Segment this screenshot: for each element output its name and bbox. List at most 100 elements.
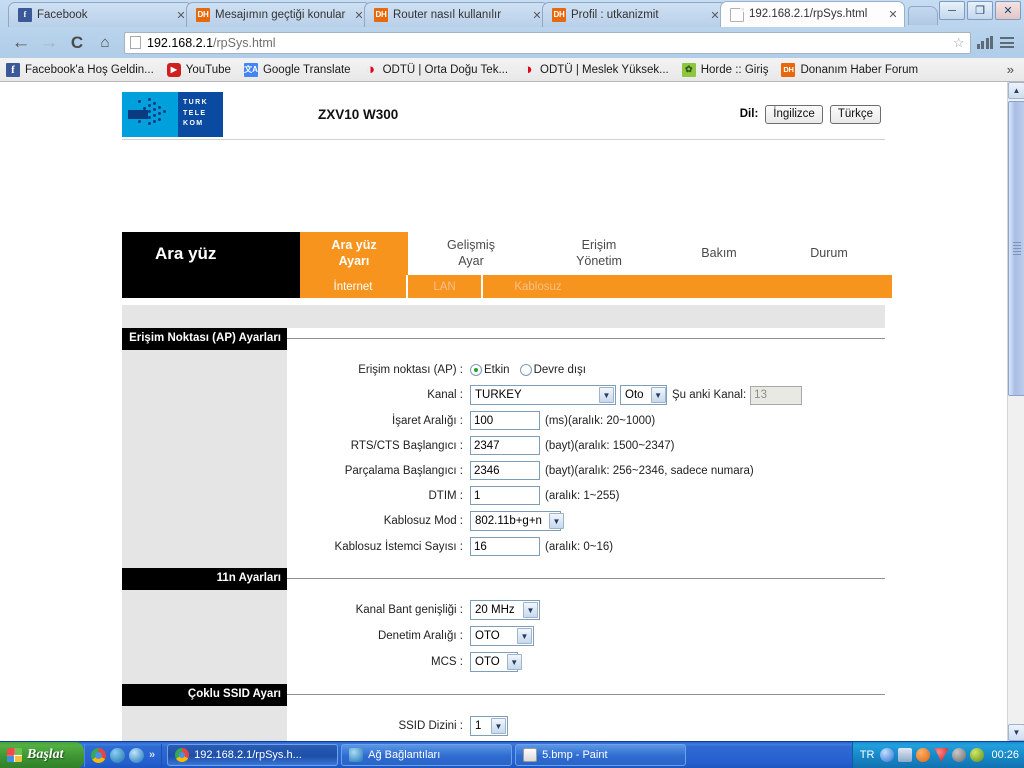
page-scrollbar[interactable]: ▲ ▼ xyxy=(1007,82,1024,741)
close-window-button[interactable]: ✕ xyxy=(995,1,1021,20)
nav-tab-interface-setup[interactable]: Ara yüz Ayarı xyxy=(300,232,408,275)
bookmark-google-translate[interactable]: 文A Google Translate xyxy=(243,62,351,77)
browser-tab-mesajimin[interactable]: DH Mesajımın geçtiği konular ✕ xyxy=(186,2,371,27)
tray-icon-antivirus[interactable] xyxy=(934,748,949,762)
chevron-down-icon[interactable]: ▼ xyxy=(548,513,564,529)
start-button[interactable]: Başlat xyxy=(0,741,84,768)
radio-ap-disabled[interactable]: Devre dışı xyxy=(519,363,586,376)
nav-tab-access-management[interactable]: Erişim Yönetim xyxy=(534,232,664,275)
beacon-interval-input[interactable] xyxy=(470,411,540,430)
radio-icon[interactable] xyxy=(470,363,482,376)
signal-bars-icon[interactable] xyxy=(976,36,993,49)
bookmark-star-icon[interactable]: ☆ xyxy=(953,35,965,51)
tray-clock[interactable]: 00:26 xyxy=(991,749,1019,761)
chrome-menu-icon[interactable] xyxy=(1000,37,1014,48)
radio-icon[interactable] xyxy=(519,363,532,376)
mcs-select[interactable]: OTO ▼ xyxy=(470,652,522,672)
bookmark-odtu-2[interactable]: ◑ ODTÜ | Meslek Yüksek... xyxy=(521,61,669,78)
field-label: Denetim Aralığı : xyxy=(377,630,463,642)
current-channel-label: Şu anki Kanal: xyxy=(672,389,747,401)
nav-tab-maintenance[interactable]: Bakım xyxy=(664,232,774,275)
window-controls: ─ ❐ ✕ xyxy=(939,1,1021,20)
taskbar-item-chrome[interactable]: 192.168.2.1/rpSys.h... xyxy=(167,744,339,766)
guard-interval-select[interactable]: OTO ▼ xyxy=(470,626,534,646)
bookmark-horde[interactable]: ✿ Horde :: Giriş xyxy=(681,62,768,77)
field-label: Kanal : xyxy=(427,389,463,401)
browser-tab-router[interactable]: DH Router nasıl kullanılır ✕ xyxy=(364,2,549,27)
chrome-icon xyxy=(175,748,190,762)
new-tab-button[interactable] xyxy=(908,6,938,25)
bookmark-odtu-1[interactable]: ◑ ODTÜ | Orta Doğu Tek... xyxy=(364,61,508,78)
section-header-multi-ssid: Çoklu SSID Ayarı xyxy=(122,684,885,706)
tray-language-indicator[interactable]: TR xyxy=(860,749,875,761)
chrome-icon[interactable] xyxy=(91,747,106,763)
nav-tab-advanced-setup[interactable]: Gelişmiş Ayar xyxy=(408,232,534,275)
ap-fields: Erişim noktası (AP) : Etkin Devre dışı K… xyxy=(287,350,885,568)
scroll-down-icon[interactable]: ▼ xyxy=(1008,724,1024,741)
taskbar-item-paint[interactable]: 5.bmp - Paint xyxy=(515,744,687,766)
channel-mode-select[interactable]: Oto ▼ xyxy=(620,385,667,405)
wireless-client-count-input[interactable] xyxy=(470,537,540,556)
dtim-input[interactable] xyxy=(470,486,540,505)
nav-subtab-lan[interactable]: LAN xyxy=(408,275,483,298)
tray-icon-update[interactable] xyxy=(916,748,931,762)
back-icon[interactable]: ← xyxy=(8,30,34,56)
bookmark-donanimhaber[interactable]: DH Donanım Haber Forum xyxy=(781,62,918,77)
scroll-up-icon[interactable]: ▲ xyxy=(1008,82,1024,99)
internet-explorer-icon[interactable] xyxy=(129,747,144,763)
tray-icon-network[interactable] xyxy=(880,748,895,762)
wireless-mode-select[interactable]: 802.11b+g+n ▼ xyxy=(470,511,564,531)
browser-tab-profil[interactable]: DH Profil : utkanizmit ✕ xyxy=(542,2,727,27)
browser-tab-facebook[interactable]: f Facebook ✕ xyxy=(8,2,193,27)
system-tray: TR 00:26 xyxy=(851,741,1024,768)
browser-tab-router-config[interactable]: 192.168.2.1/rpSys.html ✕ xyxy=(720,1,905,27)
content-top-band xyxy=(122,305,885,328)
bookmark-youtube[interactable]: ▶ YouTube xyxy=(166,62,231,77)
nav-subtab-wireless[interactable]: Kablosuz xyxy=(483,275,593,298)
tray-icon-display[interactable] xyxy=(898,748,913,762)
chevron-down-icon[interactable]: ▼ xyxy=(650,387,666,403)
tray-icon-volume[interactable] xyxy=(952,748,967,762)
minimize-button[interactable]: ─ xyxy=(939,1,965,20)
rts-threshold-input[interactable] xyxy=(470,436,540,455)
quick-launch-overflow-icon[interactable]: » xyxy=(149,749,155,761)
chevron-down-icon[interactable]: ▼ xyxy=(523,602,538,618)
scrollbar-thumb[interactable] xyxy=(1008,101,1024,396)
section-header-11n: 11n Ayarları xyxy=(122,568,885,590)
home-icon[interactable]: ⌂ xyxy=(92,30,118,56)
ssid-index-select[interactable]: 1 ▼ xyxy=(470,716,508,736)
bookmark-facebook[interactable]: f Facebook'a Hoş Geldin... xyxy=(6,62,154,77)
router-admin-page: TURK TELE KOM ZXV10 W300 Dil: İngilizce … xyxy=(0,82,1007,741)
language-button-english[interactable]: İngilizce xyxy=(765,104,823,124)
taskbar-item-network[interactable]: Ağ Bağlantıları xyxy=(341,744,513,766)
bookmarks-overflow-icon[interactable]: » xyxy=(1007,62,1018,77)
chevron-down-icon[interactable]: ▼ xyxy=(599,387,614,403)
donanimhaber-icon: DH xyxy=(552,8,566,22)
app-icon[interactable] xyxy=(110,747,125,763)
network-icon xyxy=(349,748,364,762)
nav-subtab-internet[interactable]: İnternet xyxy=(300,275,408,298)
channel-country-select[interactable]: TURKEY ▼ xyxy=(470,385,616,405)
maximize-button[interactable]: ❐ xyxy=(967,1,993,20)
router-content: Erişim Noktası (AP) Ayarları Erişim nokt… xyxy=(122,328,885,741)
nav-tab-status[interactable]: Durum xyxy=(774,232,884,275)
chevron-down-icon[interactable]: ▼ xyxy=(491,718,506,734)
language-button-turkish[interactable]: Türkçe xyxy=(829,104,881,124)
donanimhaber-icon: DH xyxy=(196,8,210,22)
facebook-icon: f xyxy=(18,8,32,22)
address-bar-text: 192.168.2.1/rpSys.html xyxy=(147,35,276,50)
fragmentation-threshold-input[interactable] xyxy=(470,461,540,480)
channel-bandwidth-select[interactable]: 20 MHz ▼ xyxy=(470,600,540,620)
ap-enable-radio-group: Etkin Devre dışı xyxy=(470,363,592,376)
chevron-down-icon[interactable]: ▼ xyxy=(506,654,522,670)
radio-ap-enabled[interactable]: Etkin xyxy=(470,363,510,376)
close-icon[interactable]: ✕ xyxy=(886,8,900,21)
field-label: DTIM : xyxy=(428,489,464,502)
forward-icon[interactable]: → xyxy=(36,30,62,56)
reload-icon[interactable]: C xyxy=(64,30,90,56)
tray-icon-nvidia[interactable] xyxy=(970,748,985,762)
nav-sub-fill xyxy=(593,275,892,298)
address-bar[interactable]: 192.168.2.1/rpSys.html ☆ xyxy=(124,31,971,54)
chevron-down-icon[interactable]: ▼ xyxy=(517,628,532,644)
field-channel-bandwidth: Kanal Bant genişliği : 20 MHz ▼ xyxy=(287,600,885,620)
